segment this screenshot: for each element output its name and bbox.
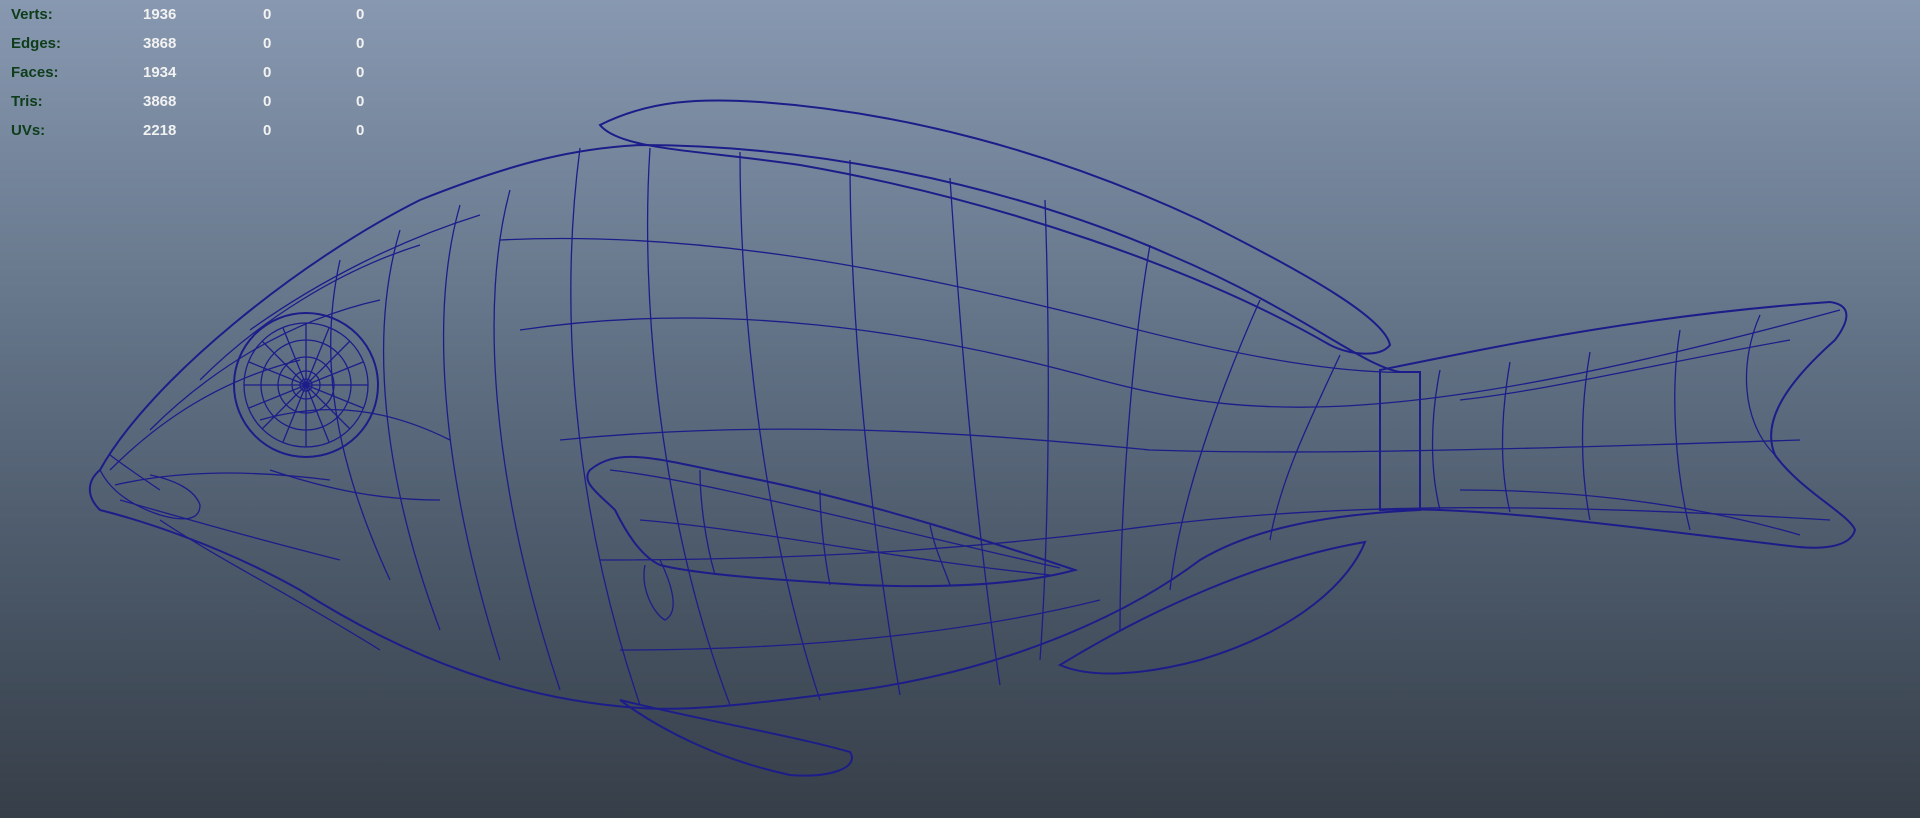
3d-viewport[interactable]: Verts: 1936 0 0 Edges: 3868 0 0 Faces: 1… bbox=[0, 0, 1920, 818]
tail-fin bbox=[1379, 300, 1857, 549]
pelvic-fin bbox=[619, 699, 853, 777]
head-wireframe bbox=[99, 189, 561, 691]
anal-fin bbox=[1057, 540, 1367, 675]
dorsal-fin bbox=[598, 99, 1392, 355]
pectoral-fin bbox=[586, 455, 1079, 621]
fish-model[interactable] bbox=[0, 0, 1920, 818]
body-wireframe bbox=[570, 147, 1776, 706]
eye bbox=[233, 312, 379, 458]
